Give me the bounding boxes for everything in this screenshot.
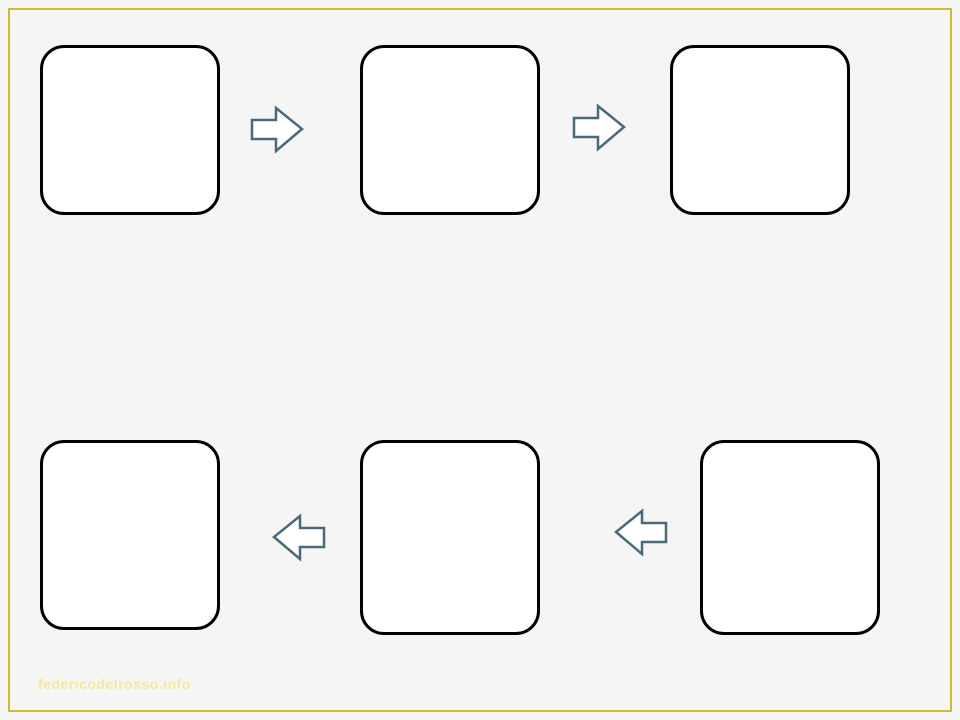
flow-box-5 bbox=[360, 440, 540, 635]
flow-box-4 bbox=[40, 440, 220, 630]
flow-box-6 bbox=[700, 440, 880, 635]
diagram-frame: federicodelrosso.info bbox=[8, 8, 952, 712]
arrow-left-icon bbox=[610, 505, 670, 565]
flow-box-3 bbox=[670, 45, 850, 215]
flow-box-2 bbox=[360, 45, 540, 215]
arrow-left-icon bbox=[268, 510, 328, 570]
watermark-text: federicodelrosso.info bbox=[38, 676, 191, 692]
flow-box-1 bbox=[40, 45, 220, 215]
arrow-right-icon bbox=[248, 102, 308, 162]
arrow-right-icon bbox=[570, 100, 630, 160]
